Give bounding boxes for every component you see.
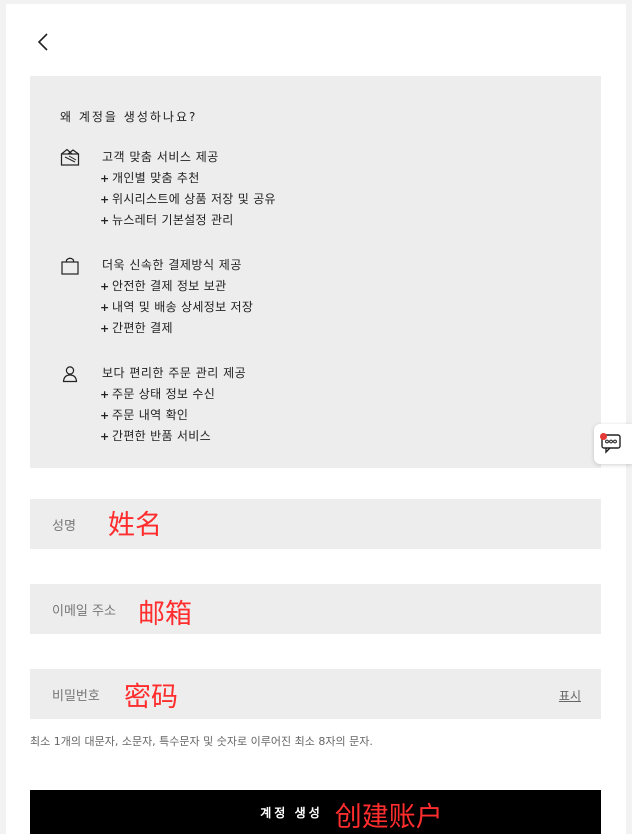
list-item: + 주문 내역 확인 (100, 408, 189, 422)
benefits-title: 왜 계정을 생성하나요? (60, 110, 198, 124)
list-item: + 주문 상태 정보 수신 (100, 387, 216, 401)
benefit-list: + 주문 상태 정보 수신 + 주문 내역 확인 + 간편한 반품 서비스 (100, 384, 215, 447)
list-item: + 개인별 맞춤 추천 (100, 171, 200, 185)
password-requirements: 최소 1개의 대문자, 소문자, 특수문자 및 숫자로 이루어진 최소 8자의 … (30, 735, 373, 748)
create-account-annotation: 创建账户 (334, 801, 443, 832)
create-account-button[interactable]: 계정 생성 创建账户 (30, 790, 601, 834)
account-benefits-panel: 왜 계정을 생성하나요? 고객 맞춤 서비스 제공 + 개인별 맞춤 추천 + 위시… (30, 76, 601, 468)
page-sheet: 왜 계정을 생성하나요? 고객 맞춤 서비스 제공 + 개인별 맞춤 추천 + 위시… (6, 4, 626, 834)
list-item: + 간편한 결제 (100, 321, 173, 335)
email-field[interactable]: 이메일 주소 邮箱 (30, 584, 601, 634)
shopping-bag-icon (61, 257, 79, 275)
back-button[interactable] (34, 30, 54, 54)
list-item: + 위시리스트에 상품 저장 및 공유 (100, 192, 276, 206)
full-name-field[interactable]: 성명 姓名 (30, 499, 601, 549)
benefit-section-title: 보다 편리한 주문 관리 제공 (102, 366, 247, 380)
list-item: + 안전한 결제 정보 보관 (100, 279, 227, 293)
benefit-section-title: 고객 맞춤 서비스 제공 (102, 150, 219, 164)
benefit-list: + 안전한 결제 정보 보관 + 내역 및 배송 상세정보 저장 + 간편한 결제 (100, 276, 253, 339)
create-account-label: 계정 생성 (260, 805, 323, 820)
show-password-link[interactable]: 표시 (559, 687, 581, 704)
email-input[interactable] (30, 584, 601, 634)
user-icon (62, 366, 78, 383)
chevron-left-icon (37, 33, 48, 51)
chat-widget[interactable] (594, 424, 632, 464)
password-field[interactable]: 비밀번호 密码 표시 (30, 669, 601, 719)
password-input[interactable] (30, 669, 601, 719)
list-item: + 뉴스레터 기본설정 관리 (100, 213, 234, 227)
list-item: + 내역 및 배송 상세정보 저장 (100, 300, 254, 314)
benefit-list: + 개인별 맞춤 추천 + 위시리스트에 상품 저장 및 공유 + 뉴스레터 기본설정… (100, 168, 276, 231)
list-item: + 간편한 반품 서비스 (100, 429, 211, 443)
full-name-input[interactable] (30, 499, 601, 549)
benefit-section-title: 더욱 신속한 결제방식 제공 (102, 258, 242, 272)
ticket-icon (60, 148, 80, 166)
chat-notification-badge (600, 433, 607, 440)
